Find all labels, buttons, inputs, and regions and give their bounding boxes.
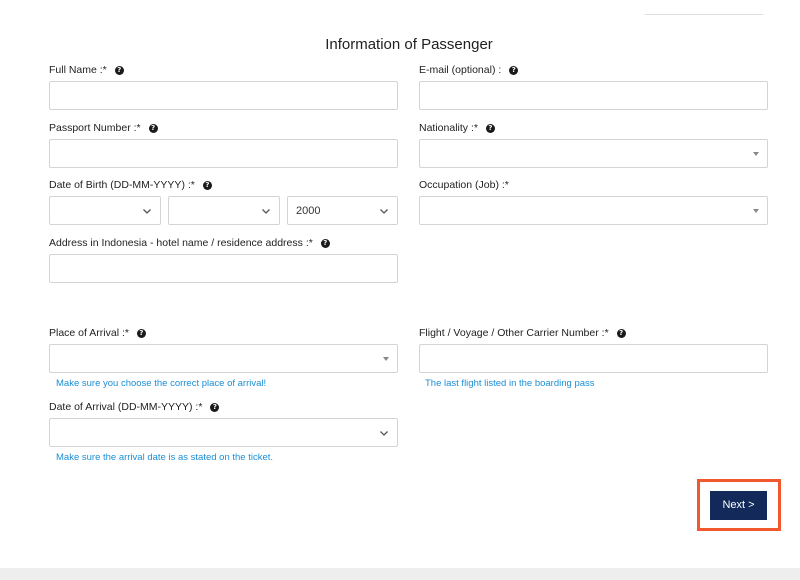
next-button[interactable]: Next >	[710, 491, 767, 520]
help-icon[interactable]: ?	[485, 123, 495, 133]
dob-label: Date of Birth (DD-MM-YYYY) :* ?	[49, 179, 212, 191]
dob-day-select[interactable]	[49, 196, 161, 225]
top-divider	[645, 14, 763, 15]
occupation-label: Occupation (Job) :*	[419, 179, 509, 191]
email-label: E-mail (optional) : ?	[419, 64, 519, 76]
caret-down-icon	[753, 208, 759, 213]
help-icon[interactable]: ?	[320, 238, 330, 248]
passport-label: Passport Number :* ?	[49, 122, 158, 134]
passport-input[interactable]	[50, 140, 397, 167]
place-of-arrival-label: Place of Arrival :* ?	[49, 327, 146, 339]
chevron-down-icon	[380, 208, 388, 214]
help-icon[interactable]: ?	[202, 180, 212, 190]
help-icon[interactable]: ?	[114, 65, 124, 75]
dob-month-select[interactable]	[168, 196, 280, 225]
occupation-select[interactable]	[419, 196, 768, 225]
email-input[interactable]	[420, 82, 767, 109]
caret-down-icon	[383, 356, 389, 361]
bottom-bar	[0, 568, 800, 580]
help-icon[interactable]: ?	[148, 123, 158, 133]
passport-field[interactable]	[49, 139, 398, 168]
date-of-arrival-hint: Make sure the arrival date is as stated …	[56, 452, 274, 463]
flight-field[interactable]	[419, 344, 768, 373]
full-name-label: Full Name :* ?	[49, 64, 124, 76]
chevron-down-icon	[380, 430, 388, 436]
caret-down-icon	[753, 151, 759, 156]
date-of-arrival-label: Date of Arrival (DD-MM-YYYY) :* ?	[49, 401, 220, 413]
help-icon[interactable]: ?	[136, 328, 146, 338]
email-field[interactable]	[419, 81, 768, 110]
address-field[interactable]	[49, 254, 398, 283]
place-of-arrival-hint: Make sure you choose the correct place o…	[56, 378, 267, 389]
place-of-arrival-select[interactable]	[49, 344, 398, 373]
chevron-down-icon	[262, 208, 270, 214]
dob-year-select[interactable]: 2000	[287, 196, 398, 225]
help-icon[interactable]: ?	[616, 328, 626, 338]
nationality-select[interactable]	[419, 139, 768, 168]
full-name-field[interactable]	[49, 81, 398, 110]
flight-label: Flight / Voyage / Other Carrier Number :…	[419, 327, 626, 339]
address-input[interactable]	[50, 255, 397, 282]
nationality-label: Nationality :* ?	[419, 122, 495, 134]
chevron-down-icon	[143, 208, 151, 214]
help-icon[interactable]: ?	[210, 402, 220, 412]
page-title: Information of Passenger	[325, 36, 493, 53]
address-label: Address in Indonesia - hotel name / resi…	[49, 237, 330, 249]
date-of-arrival-select[interactable]	[49, 418, 398, 447]
flight-input[interactable]	[420, 345, 767, 372]
flight-hint: The last flight listed in the boarding p…	[425, 378, 595, 389]
help-icon[interactable]: ?	[509, 65, 519, 75]
full-name-input[interactable]	[50, 82, 397, 109]
